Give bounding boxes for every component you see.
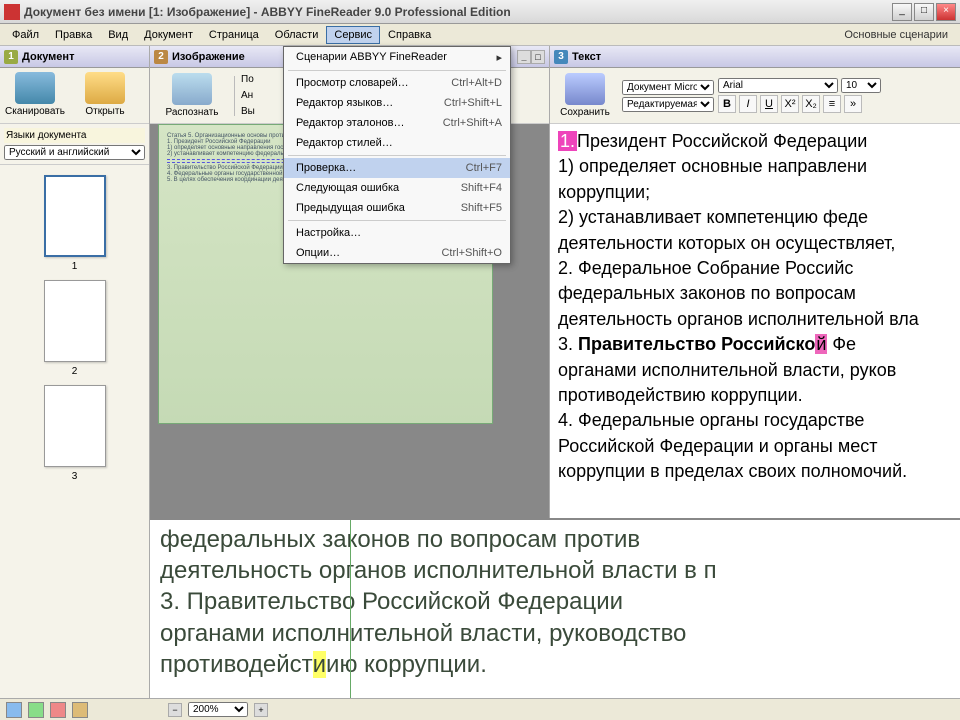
status-icon[interactable] bbox=[72, 702, 88, 718]
menu-item[interactable]: Редактор стилей… bbox=[284, 133, 510, 153]
menu-item[interactable]: Проверка…Ctrl+F7 bbox=[284, 158, 510, 178]
close-button[interactable]: × bbox=[936, 3, 956, 21]
scan-button[interactable]: Сканировать bbox=[2, 70, 68, 121]
window-title: Документ без имени [1: Изображение] - AB… bbox=[24, 5, 890, 19]
enlarged-view[interactable]: федеральных законов по вопросам противде… bbox=[150, 518, 960, 698]
pane-max-icon[interactable]: □ bbox=[531, 50, 545, 64]
maximize-button[interactable]: □ bbox=[914, 3, 934, 21]
underline-button[interactable]: U bbox=[760, 95, 778, 113]
italic-button[interactable]: I bbox=[739, 95, 757, 113]
menu-bar: Файл Правка Вид Документ Страница Област… bbox=[0, 24, 960, 46]
minimize-button[interactable]: _ bbox=[892, 3, 912, 21]
pane-header-text: 3 Текст bbox=[550, 46, 960, 68]
zoom-out-icon[interactable]: − bbox=[168, 703, 182, 717]
menu-item[interactable]: Редактор эталонов…Ctrl+Shift+A bbox=[284, 113, 510, 133]
sub-button[interactable]: X₂ bbox=[802, 95, 820, 113]
sidebar-toolbar: Сканировать Открыть bbox=[0, 68, 149, 124]
mode-select[interactable]: Редактируемая bbox=[622, 97, 714, 112]
menu-edit[interactable]: Правка bbox=[47, 26, 100, 44]
thumb-page-2[interactable] bbox=[44, 280, 106, 362]
status-icon[interactable] bbox=[50, 702, 66, 718]
size-select[interactable]: 10 bbox=[841, 78, 881, 93]
recognize-button[interactable]: Распознать bbox=[152, 71, 232, 120]
menu-item[interactable]: Сценарии ABBYY FineReader bbox=[284, 47, 510, 68]
menu-page[interactable]: Страница bbox=[201, 26, 267, 44]
language-select[interactable]: Русский и английский bbox=[4, 145, 145, 160]
pane-title: Документ bbox=[22, 51, 74, 63]
menu-item[interactable]: Настройка… bbox=[284, 223, 510, 243]
font-select[interactable]: Arial bbox=[718, 78, 838, 93]
folder-icon bbox=[85, 72, 125, 104]
format-select[interactable]: Документ Micro bbox=[622, 80, 714, 95]
pane-number-icon: 3 bbox=[554, 50, 568, 64]
menu-help[interactable]: Справка bbox=[380, 26, 439, 44]
menu-item[interactable]: Опции…Ctrl+Shift+O bbox=[284, 243, 510, 263]
thumb-page-3[interactable] bbox=[44, 385, 106, 467]
pane-number-icon: 1 bbox=[4, 50, 18, 64]
menu-item[interactable]: Просмотр словарей…Ctrl+Alt+D bbox=[284, 73, 510, 93]
status-bar: − 200% + bbox=[0, 698, 960, 720]
save-button[interactable]: Сохранить bbox=[552, 71, 618, 120]
language-box: Языки документа Русский и английский bbox=[0, 124, 149, 165]
pane-number-icon: 2 bbox=[154, 50, 168, 64]
save-icon bbox=[565, 73, 605, 105]
tool-vy[interactable]: Вы bbox=[237, 104, 259, 119]
status-icon[interactable] bbox=[6, 702, 22, 718]
tool-an[interactable]: Ан bbox=[237, 88, 259, 103]
service-menu-dropdown: Сценарии ABBYY FineReader Просмотр словар… bbox=[283, 46, 511, 264]
language-label: Языки документа bbox=[4, 128, 145, 143]
tool-po[interactable]: По bbox=[237, 72, 259, 87]
align-left-button[interactable]: ≡ bbox=[823, 95, 841, 113]
menu-scenarios-link[interactable]: Основные сценарии bbox=[836, 26, 956, 44]
menu-item[interactable]: Редактор языков…Ctrl+Shift+L bbox=[284, 93, 510, 113]
open-button[interactable]: Открыть bbox=[72, 70, 138, 121]
app-icon bbox=[4, 4, 20, 20]
super-button[interactable]: X² bbox=[781, 95, 799, 113]
pane-min-icon[interactable]: _ bbox=[517, 50, 531, 64]
status-zoom-select[interactable]: 200% bbox=[188, 702, 248, 717]
menu-item[interactable]: Предыдущая ошибкаShift+F5 bbox=[284, 198, 510, 218]
thumb-page-1[interactable] bbox=[44, 175, 106, 257]
title-bar: Документ без имени [1: Изображение] - AB… bbox=[0, 0, 960, 24]
zoom-in-icon[interactable]: + bbox=[254, 703, 268, 717]
menu-file[interactable]: Файл bbox=[4, 26, 47, 44]
pane-header-document: 1 Документ bbox=[0, 46, 149, 68]
text-toolbar: Сохранить Документ Micro Редактируемая A… bbox=[550, 68, 960, 124]
sidebar-document: 1 Документ Сканировать Открыть Языки док… bbox=[0, 46, 150, 698]
menu-areas[interactable]: Области bbox=[267, 26, 327, 44]
pane-title: Изображение bbox=[172, 51, 245, 63]
menu-item[interactable]: Следующая ошибкаShift+F4 bbox=[284, 178, 510, 198]
pane-title: Текст bbox=[572, 51, 601, 63]
scanner-icon bbox=[15, 72, 55, 104]
menu-service[interactable]: Сервис bbox=[326, 26, 380, 44]
menu-view[interactable]: Вид bbox=[100, 26, 136, 44]
bold-button[interactable]: B bbox=[718, 95, 736, 113]
menu-document[interactable]: Документ bbox=[136, 26, 201, 44]
thumbnails: 1 2 3 bbox=[0, 165, 149, 698]
status-icon[interactable] bbox=[28, 702, 44, 718]
more-button[interactable]: » bbox=[844, 95, 862, 113]
recognize-icon bbox=[172, 73, 212, 105]
